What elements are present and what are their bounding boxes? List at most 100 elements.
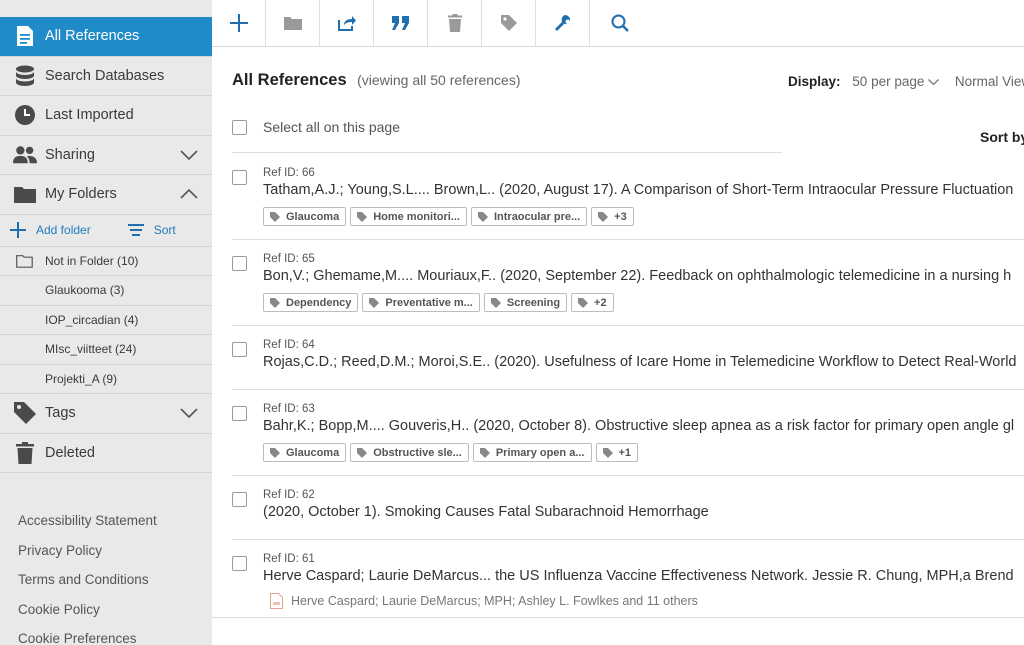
per-page-dropdown[interactable]: 50 per page — [852, 74, 940, 89]
cite-button[interactable] — [374, 0, 428, 46]
attachment-row[interactable]: Herve Caspard; Laurie DeMarcus; MPH; Ash… — [270, 593, 698, 609]
view-mode-dropdown[interactable]: Normal View — [955, 74, 1024, 89]
folder-icon — [13, 182, 37, 206]
reference-checkbox[interactable] — [232, 256, 247, 271]
folder-item[interactable]: Projekti_A (9) — [0, 365, 212, 394]
tag-label: Glaucoma — [286, 210, 340, 223]
chevron-down-icon[interactable] — [180, 148, 198, 164]
folder-item[interactable]: IOP_circadian (4) — [0, 306, 212, 335]
cookie-preferences-link[interactable]: Cookie Preferences — [18, 628, 157, 645]
cookie-policy-link[interactable]: Cookie Policy — [18, 599, 157, 629]
folder-label: Projekti_A (9) — [45, 371, 118, 386]
tag-chip[interactable]: Preventative m... — [362, 293, 480, 312]
sort-folders-button[interactable]: Sort — [127, 223, 176, 237]
more-tags-count: +1 — [618, 446, 632, 459]
folder-outline-icon — [16, 254, 33, 271]
add-folder-button[interactable]: Add folder — [10, 222, 91, 238]
reference-row: Ref ID: 66 Tatham,A.J.; Young,S.L.... Br… — [232, 154, 1024, 240]
tag-icon — [369, 297, 380, 308]
trash-icon — [447, 14, 462, 32]
page-title: All References — [232, 71, 347, 89]
toolbar — [212, 0, 1024, 47]
tag-icon — [270, 297, 280, 308]
accessibility-link[interactable]: Accessibility Statement — [18, 510, 157, 540]
reference-checkbox[interactable] — [232, 492, 247, 507]
sort-label: Sort — [153, 223, 176, 237]
reference-title[interactable]: Bahr,K.; Bopp,M.... Gouveris,H.. (2020, … — [263, 418, 1014, 434]
folder-item[interactable]: Glaukooma (3) — [0, 276, 212, 306]
tag-icon — [602, 447, 613, 458]
reference-row: Ref ID: 63 Bahr,K.; Bopp,M.... Gouveris,… — [232, 390, 1024, 476]
tag-chip[interactable]: Glaucoma — [263, 443, 347, 462]
tag-chip[interactable]: Primary open a... — [472, 443, 592, 462]
delete-button[interactable] — [428, 0, 482, 46]
share-button[interactable] — [320, 0, 374, 46]
plus-icon — [229, 14, 248, 32]
sort-by-control[interactable]: Sort by — [980, 129, 1024, 145]
add-to-folder-button[interactable] — [266, 0, 320, 46]
more-tags-chip[interactable]: +3 — [591, 207, 634, 226]
ref-id: Ref ID: 66 — [263, 167, 315, 179]
plus-icon — [10, 222, 26, 238]
nav-last-imported[interactable]: Last Imported — [0, 96, 212, 136]
search-button[interactable] — [590, 0, 650, 46]
chevron-up-icon[interactable] — [180, 187, 198, 203]
nav-my-folders[interactable]: My Folders — [0, 175, 212, 215]
tag-icon — [479, 447, 490, 458]
quote-icon — [391, 16, 409, 30]
tag-chip[interactable]: Dependency — [263, 293, 359, 312]
nav-sharing[interactable]: Sharing — [0, 136, 212, 175]
chevron-down-icon[interactable] — [180, 406, 198, 422]
nav-label: Tags — [45, 405, 76, 422]
nav-search-databases[interactable]: Search Databases — [0, 57, 212, 96]
reference-title[interactable]: Herve Caspard; Laurie DeMarcus... the US… — [263, 568, 1014, 584]
reference-checkbox[interactable] — [232, 342, 247, 357]
nav-deleted[interactable]: Deleted — [0, 434, 212, 473]
folder-label: IOP_circadian (4) — [45, 312, 139, 327]
tag-chip[interactable]: Home monitori... — [350, 207, 467, 226]
more-tags-chip[interactable]: +1 — [595, 443, 639, 462]
pdf-file-icon — [270, 593, 283, 609]
tag-label: Intraocular pre... — [493, 210, 581, 223]
page-subtitle: (viewing all 50 references) — [357, 72, 521, 88]
tag-button[interactable] — [482, 0, 536, 46]
ref-id: Ref ID: 65 — [263, 253, 315, 265]
nav-label: My Folders — [45, 186, 117, 203]
nav-label: Last Imported — [45, 107, 134, 124]
reference-checkbox[interactable] — [232, 556, 247, 571]
tag-chip[interactable]: Screening — [483, 293, 568, 312]
tag-chip[interactable]: Obstructive sle... — [350, 443, 469, 462]
nav-tags[interactable]: Tags — [0, 394, 212, 434]
tag-chip[interactable]: Intraocular pre... — [470, 207, 588, 226]
folder-icon — [283, 17, 302, 30]
more-tags-count: +2 — [594, 296, 607, 309]
tools-button[interactable] — [536, 0, 590, 46]
users-icon — [13, 143, 37, 167]
tag-label: Glaucoma — [286, 446, 340, 459]
attachment-label: Herve Caspard; Laurie DeMarcus; MPH; Ash… — [291, 594, 698, 608]
more-tags-chip[interactable]: +2 — [571, 293, 614, 312]
tag-icon — [598, 211, 609, 222]
reference-title[interactable]: Rojas,C.D.; Reed,D.M.; Moroi,S.E.. (2020… — [263, 354, 1016, 370]
reference-title[interactable]: (2020, October 1). Smoking Causes Fatal … — [263, 504, 709, 520]
new-reference-button[interactable] — [212, 0, 266, 46]
privacy-link[interactable]: Privacy Policy — [18, 540, 157, 570]
folder-item[interactable]: MIsc_viitteet (24) — [0, 335, 212, 365]
tag-icon — [357, 211, 368, 222]
share-icon — [337, 16, 356, 31]
ref-id: Ref ID: 61 — [263, 553, 315, 565]
select-all-checkbox[interactable] — [232, 120, 247, 135]
tag-label: Home monitori... — [373, 210, 460, 223]
terms-link[interactable]: Terms and Conditions — [18, 569, 157, 599]
nav-label: Sharing — [45, 146, 95, 163]
tag-chip[interactable]: Glaucoma — [263, 207, 347, 226]
reference-checkbox[interactable] — [232, 170, 247, 185]
reference-title[interactable]: Tatham,A.J.; Young,S.L.... Brown,L.. (20… — [263, 182, 1013, 198]
folder-not-in-folder[interactable]: Not in Folder (10) — [0, 247, 212, 276]
display-control: Display: 50 per page Normal View — [788, 74, 1024, 89]
tag-list: Dependency Preventative m... Screening +… — [263, 293, 618, 312]
folder-label: MIsc_viitteet (24) — [45, 342, 137, 357]
reference-title[interactable]: Bon,V.; Ghemame,M.... Mouriaux,F.. (2020… — [263, 268, 1011, 284]
reference-checkbox[interactable] — [232, 406, 247, 421]
nav-all-references[interactable]: All References — [0, 17, 212, 57]
